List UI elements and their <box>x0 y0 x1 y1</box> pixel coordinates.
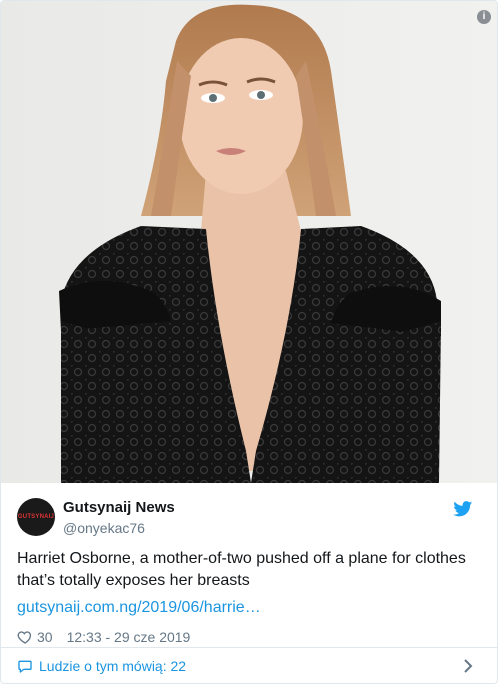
tweet-meta: 30 12:33 - 29 cze 2019 <box>17 627 481 647</box>
author-names[interactable]: Gutsynaij News @onyekac76 <box>63 499 175 537</box>
tweet-photo[interactable]: i <box>1 1 497 483</box>
display-name[interactable]: Gutsynaij News <box>63 499 175 517</box>
timestamp[interactable]: 12:33 - 29 cze 2019 <box>67 627 191 647</box>
speech-bubble-icon <box>18 660 32 673</box>
handle[interactable]: @onyekac76 <box>63 519 175 537</box>
like-count[interactable]: 30 <box>37 627 53 647</box>
twitter-bird-icon[interactable] <box>453 501 473 517</box>
conversation-label: Ludzie o tym mówią: 22 <box>39 658 187 674</box>
tweet-text: Harriet Osborne, a mother-of-two pushed … <box>17 550 466 589</box>
avatar-logo-text: GUTSYNAIJ <box>17 514 55 520</box>
heart-icon[interactable] <box>17 629 33 645</box>
info-icon[interactable]: i <box>477 10 491 24</box>
photo-illustration <box>1 1 497 483</box>
conversation-link[interactable]: Ludzie o tym mówią: 22 <box>1 648 497 683</box>
embedded-tweet-card: i GUTSYNAIJ Gutsynaij News @onyekac76 Ha… <box>0 0 498 684</box>
tweet-header: GUTSYNAIJ Gutsynaij News @onyekac76 <box>17 484 481 546</box>
chevron-right-icon <box>464 659 473 673</box>
tweet-link[interactable]: gutsynaij.com.ng/2019/06/harrie… <box>17 597 481 619</box>
avatar[interactable]: GUTSYNAIJ <box>17 498 55 536</box>
tweet-body: GUTSYNAIJ Gutsynaij News @onyekac76 Harr… <box>1 484 497 647</box>
